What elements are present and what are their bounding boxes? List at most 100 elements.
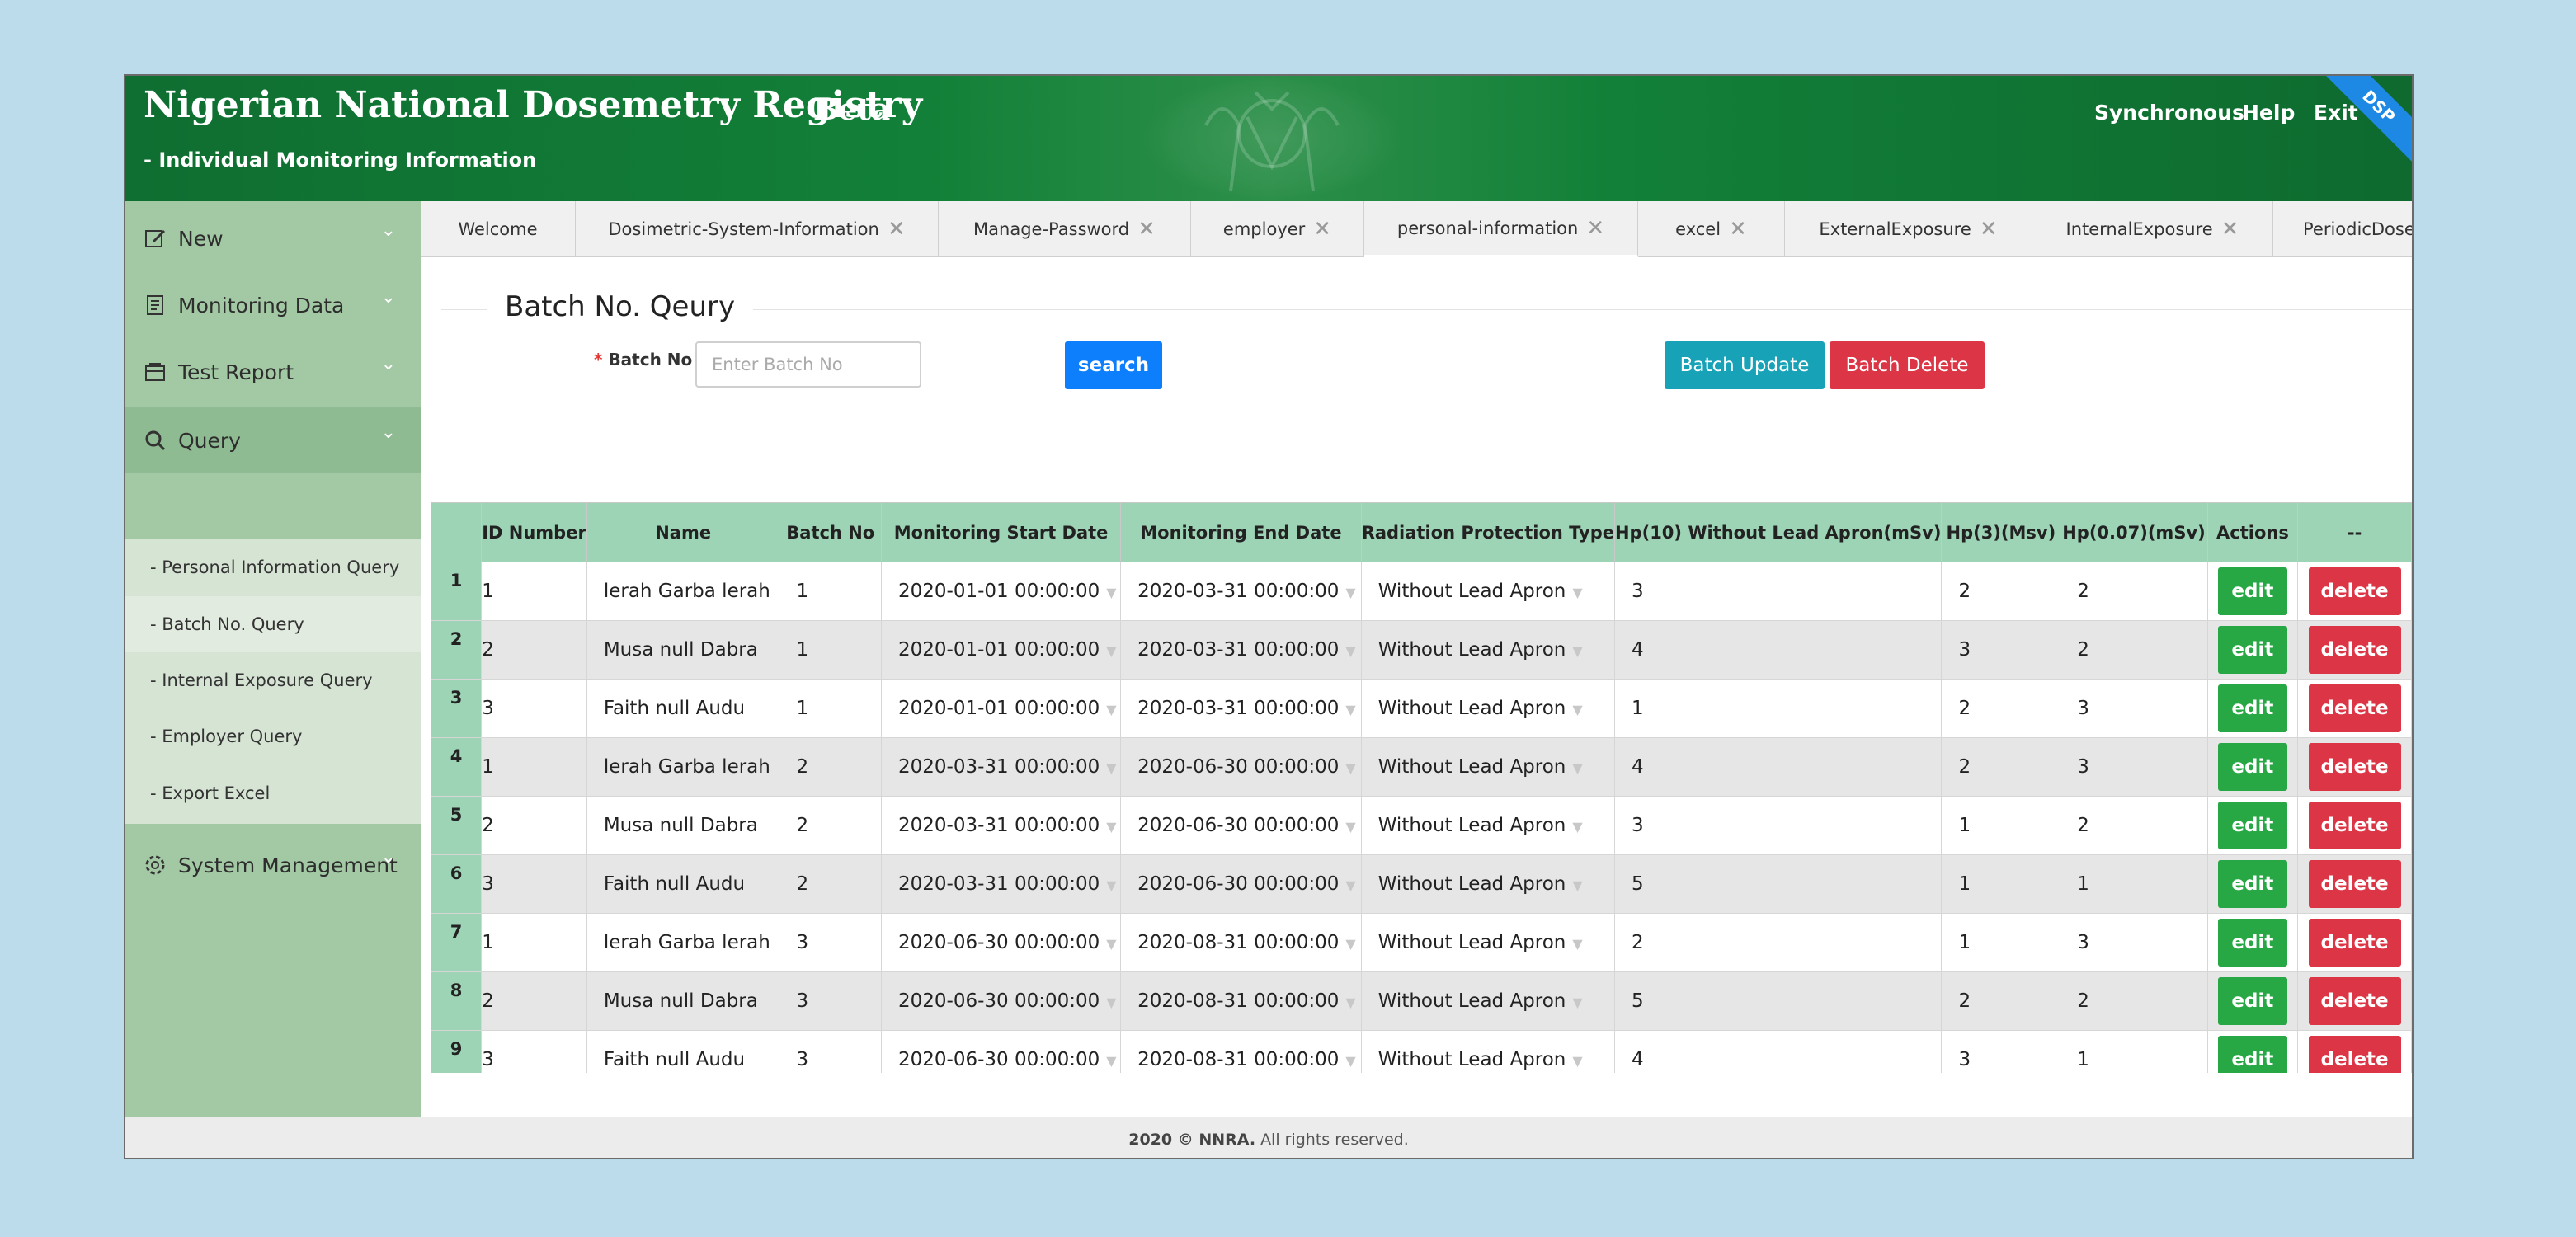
delete-button[interactable]: delete xyxy=(2308,860,2401,908)
sidebar-item-system-management[interactable]: System Management ⌄ xyxy=(125,832,421,898)
delete-button[interactable]: delete xyxy=(2308,684,2401,732)
batch-no-cell: 1 xyxy=(779,620,883,680)
edit-button[interactable]: edit xyxy=(2217,802,2287,849)
caret-down-icon: ▼ xyxy=(1106,585,1117,600)
edit-button[interactable]: edit xyxy=(2217,626,2287,674)
protection-type-cell[interactable]: Without Lead Apron ▼ xyxy=(1360,620,1615,680)
end-date-cell[interactable]: 2020-08-31 00:00:00 ▼ xyxy=(1120,913,1362,972)
submenu-export-excel[interactable]: - Export Excel xyxy=(125,765,421,821)
start-date-cell[interactable]: 2020-06-30 00:00:00 ▼ xyxy=(881,1030,1122,1073)
close-icon[interactable]: ✕ xyxy=(1313,217,1331,242)
synchronous-link[interactable]: Synchronous xyxy=(2094,101,2244,125)
edit-button[interactable]: edit xyxy=(2217,1036,2287,1073)
table-row: 8 2 Musa null Dabra 3 2020-06-30 00:00:0… xyxy=(431,971,2412,1031)
delete-button[interactable]: delete xyxy=(2308,977,2401,1025)
submenu-employer-query[interactable]: - Employer Query xyxy=(125,708,421,764)
tab-excel[interactable]: excel ✕ xyxy=(1638,201,1785,257)
end-date-cell[interactable]: 2020-03-31 00:00:00 ▼ xyxy=(1120,620,1362,680)
delete-button[interactable]: delete xyxy=(2308,743,2401,791)
edit-icon xyxy=(144,227,167,250)
tab-periodic-dose[interactable]: PeriodicDose xyxy=(2273,201,2412,257)
tab-external-exposure[interactable]: ExternalExposure ✕ xyxy=(1785,201,2032,257)
tab-dosimetric-system-information[interactable]: Dosimetric-System-Information ✕ xyxy=(576,201,939,257)
sidebar-item-test-report[interactable]: Test Report ⌄ xyxy=(125,339,421,405)
hp3-cell: 3 xyxy=(1941,620,2061,680)
batch-delete-button[interactable]: Batch Delete xyxy=(1830,341,1985,389)
protection-type-value: Without Lead Apron xyxy=(1377,873,1566,895)
sidebar-item-new[interactable]: New ⌄ xyxy=(125,205,421,271)
edit-button[interactable]: edit xyxy=(2217,860,2287,908)
end-date-cell[interactable]: 2020-06-30 00:00:00 ▼ xyxy=(1120,854,1362,914)
delete-cell: delete xyxy=(2297,971,2412,1031)
protection-type-cell[interactable]: Without Lead Apron ▼ xyxy=(1360,562,1615,621)
end-date-cell[interactable]: 2020-06-30 00:00:00 ▼ xyxy=(1120,796,1362,855)
start-date-cell[interactable]: 2020-01-01 00:00:00 ▼ xyxy=(881,620,1122,680)
edit-button[interactable]: edit xyxy=(2217,567,2287,615)
start-date-cell[interactable]: 2020-06-30 00:00:00 ▼ xyxy=(881,913,1122,972)
end-date-cell[interactable]: 2020-06-30 00:00:00 ▼ xyxy=(1120,737,1362,797)
submenu-personal-information-query[interactable]: - Personal Information Query xyxy=(125,539,421,595)
tab-welcome[interactable]: Welcome xyxy=(421,201,576,257)
results-table-container[interactable]: ID Number Name Batch No Monitoring Start… xyxy=(431,502,2412,1073)
tab-manage-password[interactable]: Manage-Password ✕ xyxy=(939,201,1191,257)
protection-type-cell[interactable]: Without Lead Apron ▼ xyxy=(1360,679,1615,738)
edit-button[interactable]: edit xyxy=(2217,977,2287,1025)
protection-type-cell[interactable]: Without Lead Apron ▼ xyxy=(1360,854,1615,914)
column-header: Monitoring End Date xyxy=(1120,502,1362,562)
delete-button[interactable]: delete xyxy=(2308,626,2401,674)
delete-button[interactable]: delete xyxy=(2308,567,2401,615)
start-date-value: 2020-06-30 00:00:00 xyxy=(898,990,1100,1012)
help-link[interactable]: Help xyxy=(2242,101,2295,125)
submenu-batch-no-query[interactable]: - Batch No. Query xyxy=(125,596,421,652)
batch-no-input[interactable] xyxy=(695,341,921,388)
query-submenu: - Personal Information Query - Batch No.… xyxy=(125,539,421,824)
column-header: -- xyxy=(2297,502,2412,562)
close-icon[interactable]: ✕ xyxy=(888,217,906,242)
tab-internal-exposure[interactable]: InternalExposure ✕ xyxy=(2032,201,2273,257)
tab-personal-information[interactable]: personal-information ✕ xyxy=(1364,201,1638,257)
exit-link[interactable]: Exit xyxy=(2314,101,2358,125)
edit-button[interactable]: edit xyxy=(2217,919,2287,967)
row-number: 6 xyxy=(431,854,483,914)
tab-employer[interactable]: employer ✕ xyxy=(1191,201,1364,257)
hp007-cell: 2 xyxy=(2060,562,2208,621)
caret-down-icon: ▼ xyxy=(1106,877,1117,893)
close-icon[interactable]: ✕ xyxy=(2221,217,2239,242)
start-date-cell[interactable]: 2020-03-31 00:00:00 ▼ xyxy=(881,854,1122,914)
end-date-cell[interactable]: 2020-03-31 00:00:00 ▼ xyxy=(1120,562,1362,621)
sidebar-item-query[interactable]: Query ⌄ xyxy=(125,407,421,473)
name-cell: Faith null Audu xyxy=(586,854,780,914)
sidebar-item-monitoring-data[interactable]: Monitoring Data ⌄ xyxy=(125,272,421,338)
delete-button[interactable]: delete xyxy=(2308,919,2401,967)
end-date-cell[interactable]: 2020-08-31 00:00:00 ▼ xyxy=(1120,1030,1362,1073)
delete-button[interactable]: delete xyxy=(2308,1036,2401,1073)
protection-type-cell[interactable]: Without Lead Apron ▼ xyxy=(1360,1030,1615,1073)
start-date-value: 2020-01-01 00:00:00 xyxy=(898,581,1100,602)
submenu-internal-exposure-query[interactable]: - Internal Exposure Query xyxy=(125,652,421,708)
delete-button[interactable]: delete xyxy=(2308,802,2401,849)
start-date-cell[interactable]: 2020-01-01 00:00:00 ▼ xyxy=(881,562,1122,621)
close-icon[interactable]: ✕ xyxy=(1137,217,1156,242)
start-date-cell[interactable]: 2020-01-01 00:00:00 ▼ xyxy=(881,679,1122,738)
end-date-cell[interactable]: 2020-08-31 00:00:00 ▼ xyxy=(1120,971,1362,1031)
hp3-cell: 2 xyxy=(1941,679,2061,738)
search-button[interactable]: search xyxy=(1065,341,1162,389)
protection-type-cell[interactable]: Without Lead Apron ▼ xyxy=(1360,796,1615,855)
close-icon[interactable]: ✕ xyxy=(1980,217,1998,242)
protection-type-cell[interactable]: Without Lead Apron ▼ xyxy=(1360,913,1615,972)
edit-button[interactable]: edit xyxy=(2217,743,2287,791)
start-date-cell[interactable]: 2020-06-30 00:00:00 ▼ xyxy=(881,971,1122,1031)
end-date-cell[interactable]: 2020-03-31 00:00:00 ▼ xyxy=(1120,679,1362,738)
protection-type-cell[interactable]: Without Lead Apron ▼ xyxy=(1360,737,1615,797)
chevron-down-icon: ⌄ xyxy=(380,287,396,308)
batch-no-cell: 2 xyxy=(779,854,883,914)
edit-button[interactable]: edit xyxy=(2217,684,2287,732)
start-date-cell[interactable]: 2020-03-31 00:00:00 ▼ xyxy=(881,796,1122,855)
batch-no-cell: 3 xyxy=(779,913,883,972)
start-date-cell[interactable]: 2020-03-31 00:00:00 ▼ xyxy=(881,737,1122,797)
protection-type-cell[interactable]: Without Lead Apron ▼ xyxy=(1360,971,1615,1031)
close-icon[interactable]: ✕ xyxy=(1729,217,1747,242)
batch-update-button[interactable]: Batch Update xyxy=(1665,341,1825,389)
close-icon[interactable]: ✕ xyxy=(1586,216,1604,241)
caret-down-icon: ▼ xyxy=(1345,995,1356,1010)
